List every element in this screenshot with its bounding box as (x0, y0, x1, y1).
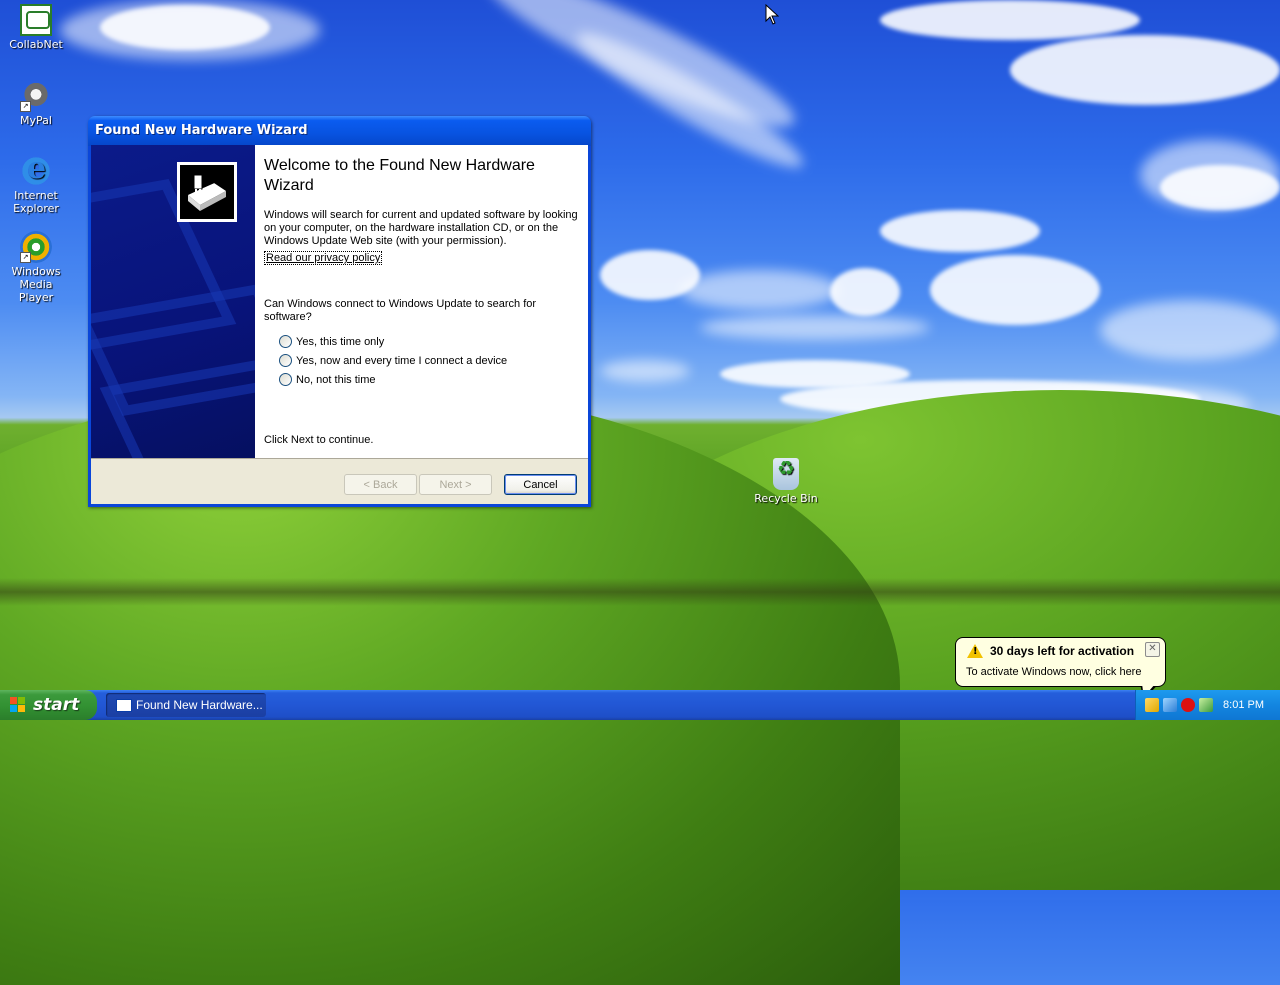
window-icon (116, 699, 132, 712)
recycle-bin-icon (773, 458, 799, 490)
option-no-not-this-time[interactable]: No, not this time (279, 373, 375, 386)
windows-media-player-icon: ↗ (20, 231, 52, 263)
back-button[interactable]: < Back (344, 474, 417, 495)
wizard-instruction: Click Next to continue. (264, 434, 374, 446)
desktop-icon-label: Internet Explorer (13, 189, 59, 215)
wizard-heading: Welcome to the Found New Hardware Wizard (264, 157, 535, 194)
clock[interactable]: 8:01 PM (1223, 690, 1264, 720)
desktop-icon-collabnet[interactable]: CollabNet (0, 4, 74, 51)
network-icon[interactable] (1163, 698, 1177, 712)
option-yes-every-time[interactable]: Yes, now and every time I connect a devi… (279, 354, 507, 367)
radio-button[interactable] (279, 373, 292, 386)
wizard-button-bar: < Back Next > Cancel (91, 458, 588, 504)
close-icon[interactable]: ✕ (1145, 642, 1160, 657)
option-yes-this-time-only[interactable]: Yes, this time only (279, 335, 384, 348)
window-body: Welcome to the Found New Hardware Wizard… (91, 145, 588, 504)
start-label: start (33, 695, 80, 715)
activation-balloon[interactable]: ! 30 days left for activation ✕ To activ… (955, 637, 1166, 700)
desktop-icon-internet-explorer[interactable]: Internet Explorer (0, 151, 74, 215)
collabnet-icon (20, 4, 52, 36)
warning-icon: ! (967, 644, 983, 658)
option-label: Yes, now and every time I connect a devi… (296, 354, 508, 367)
windows-logo-icon (10, 697, 27, 713)
mouse-cursor-icon (765, 4, 779, 25)
desktop-icon-windows-media-player[interactable]: ↗ Windows Media Player (0, 231, 74, 304)
cancel-button[interactable]: Cancel (504, 474, 577, 495)
balloon-title: 30 days left for activation (990, 644, 1135, 658)
desktop-icon-mypal[interactable]: ↗ MyPal (0, 80, 74, 127)
window-titlebar[interactable]: Found New Hardware Wizard (88, 116, 591, 146)
desktop-icon-recycle-bin[interactable]: Recycle Bin (748, 458, 824, 505)
found-new-hardware-wizard-window: Found New Hardware Wizard Welcome to the… (88, 116, 591, 507)
mypal-icon: ↗ (20, 80, 52, 112)
taskbar: start Found New Hardware... 8:01 PM (0, 690, 1280, 720)
taskbar-button-label: Found New Hardware... (136, 698, 263, 712)
wizard-description: Windows will search for current and upda… (264, 209, 578, 247)
desktop-icon-label: Windows Media Player (11, 265, 61, 304)
balloon-text[interactable]: To activate Windows now, click here (966, 666, 1141, 678)
start-button[interactable]: start (0, 690, 97, 720)
desktop-icon-label: CollabNet (9, 38, 63, 51)
privacy-policy-link[interactable]: Read our privacy policy (264, 251, 383, 265)
option-label: No, not this time (296, 373, 376, 386)
desktop-icon-label: MyPal (20, 114, 52, 127)
taskbar-button-wizard[interactable]: Found New Hardware... (106, 693, 266, 717)
radio-button[interactable] (279, 354, 292, 367)
security-alert-icon[interactable] (1181, 698, 1195, 712)
wizard-side-panel (91, 145, 255, 458)
system-tray: 8:01 PM (1135, 690, 1280, 720)
radio-button[interactable] (279, 335, 292, 348)
activation-key-icon[interactable] (1145, 698, 1159, 712)
wizard-question: Can Windows connect to Windows Update to… (264, 298, 537, 323)
hardware-wizard-icon (177, 162, 237, 222)
internet-explorer-icon (20, 151, 52, 187)
option-label: Yes, this time only (296, 335, 385, 348)
desktop-icon-label: Recycle Bin (754, 492, 818, 505)
wizard-content: Welcome to the Found New Hardware Wizard… (255, 145, 588, 458)
next-button[interactable]: Next > (419, 474, 492, 495)
window-title: Found New Hardware Wizard (95, 123, 308, 138)
hardware-icon[interactable] (1199, 698, 1213, 712)
